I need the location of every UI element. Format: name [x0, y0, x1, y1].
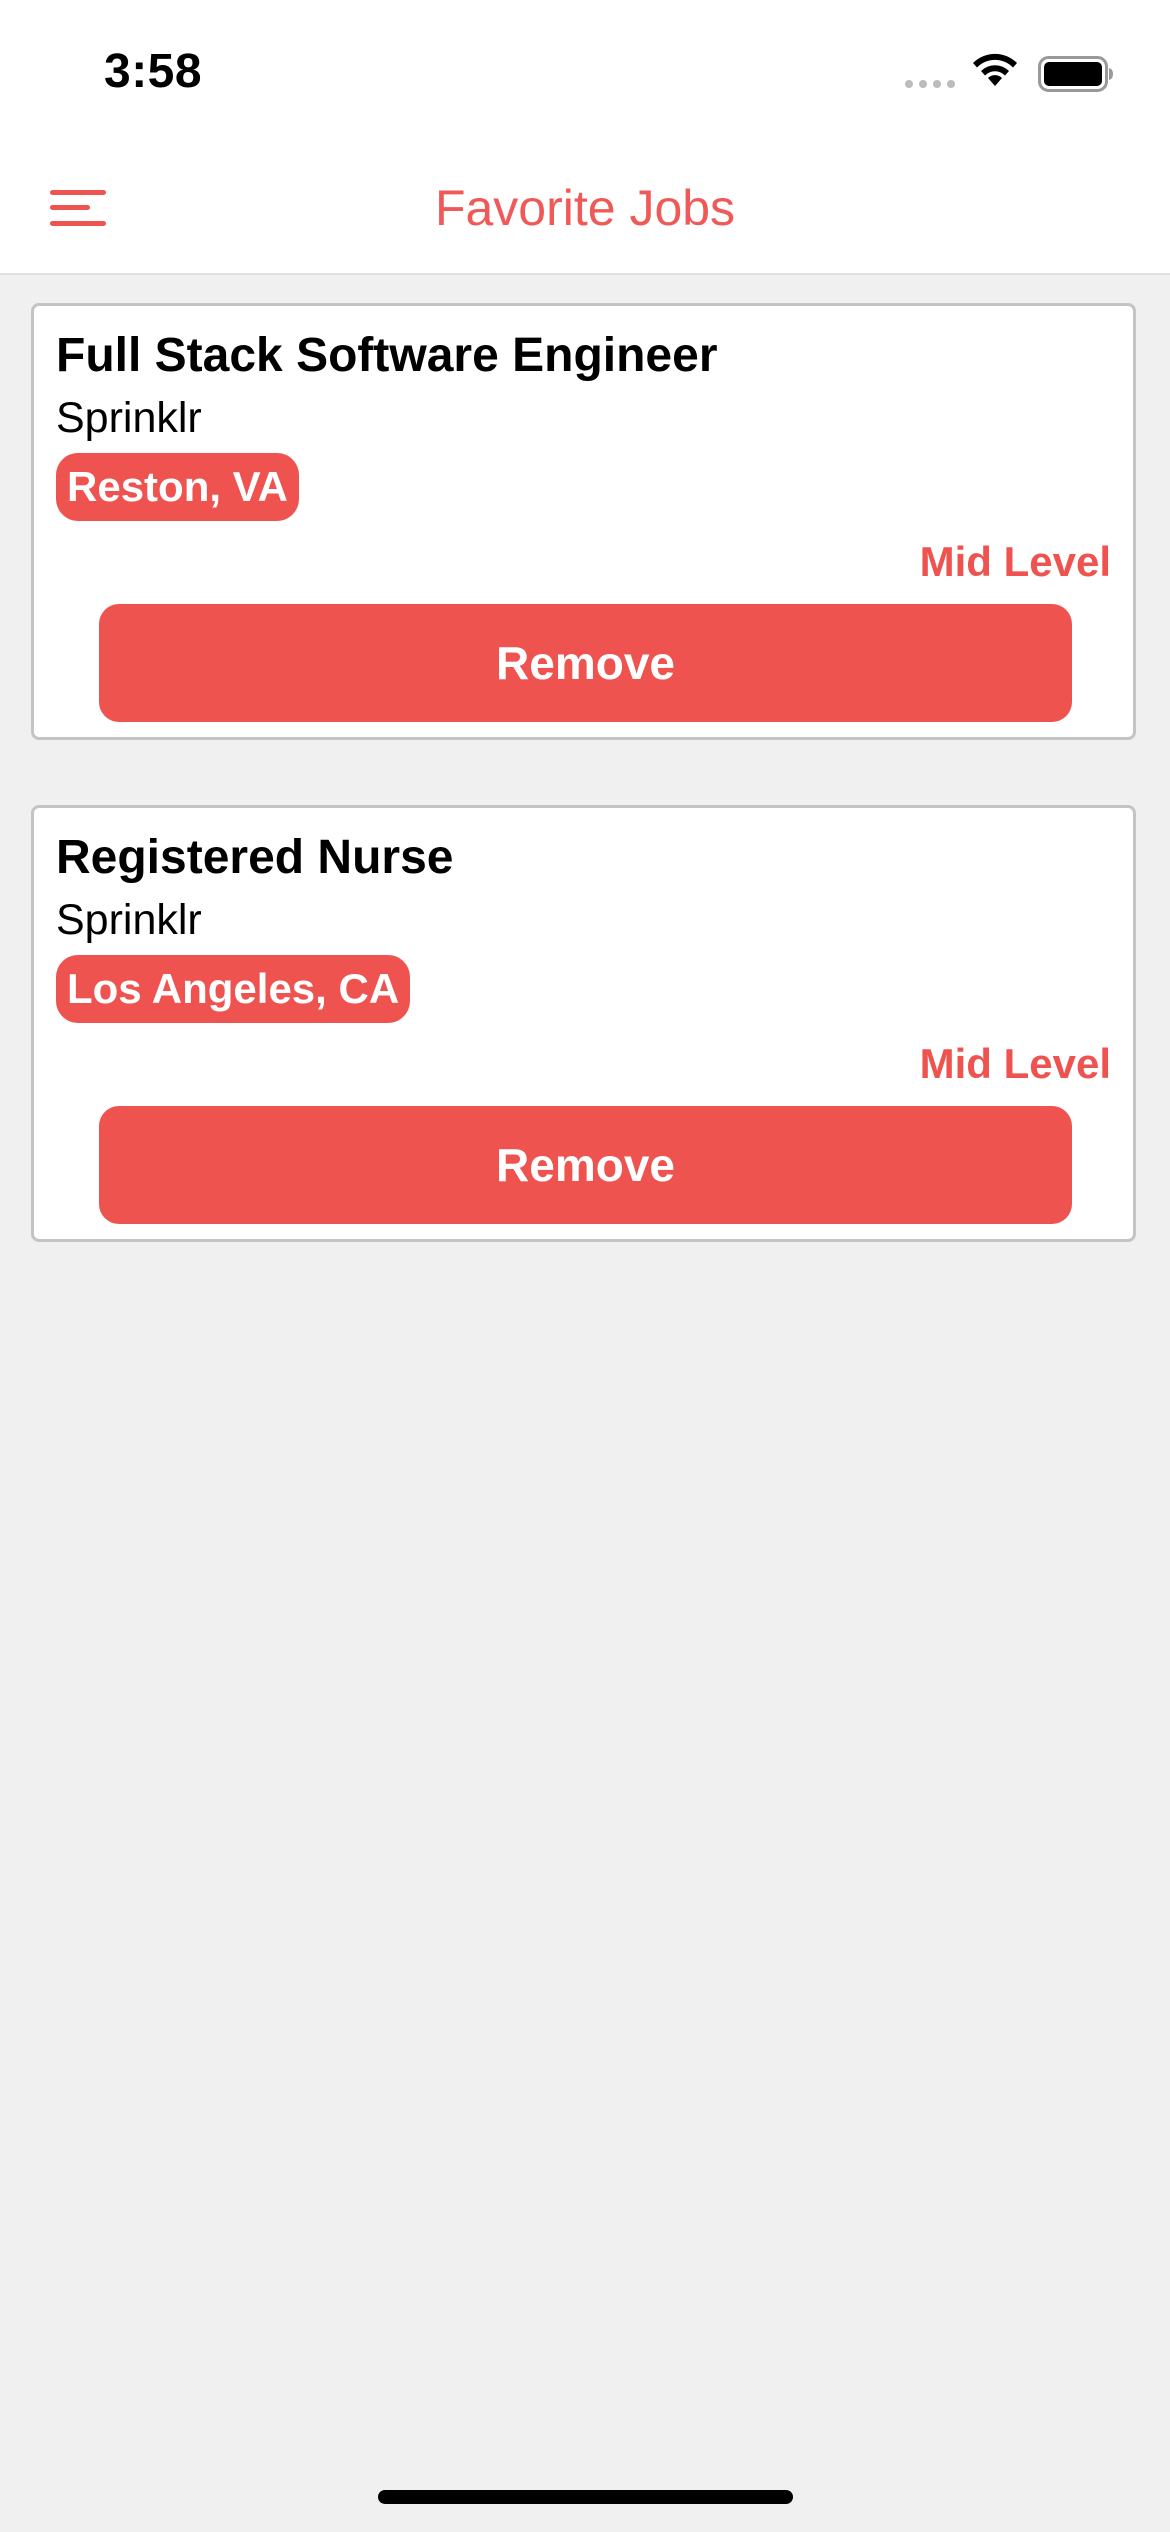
signal-dots-icon: [905, 80, 955, 88]
page-title: Favorite Jobs: [434, 180, 736, 236]
status-time: 3:58: [104, 45, 203, 98]
job-card[interactable]: Full Stack Software Engineer Sprinklr Re…: [31, 303, 1136, 740]
job-level: Mid Level: [919, 538, 1111, 585]
job-location-badge: Los Angeles, CA: [56, 955, 411, 1023]
remove-button[interactable]: Remove: [99, 1106, 1072, 1224]
remove-button[interactable]: Remove: [99, 604, 1072, 722]
home-indicator[interactable]: [378, 2490, 793, 2504]
status-bar: 3:58: [0, 0, 1170, 145]
battery-icon: [1038, 56, 1113, 92]
job-title: Registered Nurse: [56, 831, 454, 884]
wifi-icon: [973, 53, 1017, 86]
job-card[interactable]: Registered Nurse Sprinklr Los Angeles, C…: [31, 805, 1136, 1242]
job-title: Full Stack Software Engineer: [56, 329, 718, 382]
job-company: Sprinklr: [56, 896, 202, 944]
navigation-bar: Favorite Jobs: [0, 145, 1170, 275]
job-location-badge: Reston, VA: [56, 453, 299, 521]
job-level: Mid Level: [919, 1040, 1111, 1087]
job-company: Sprinklr: [56, 394, 202, 442]
